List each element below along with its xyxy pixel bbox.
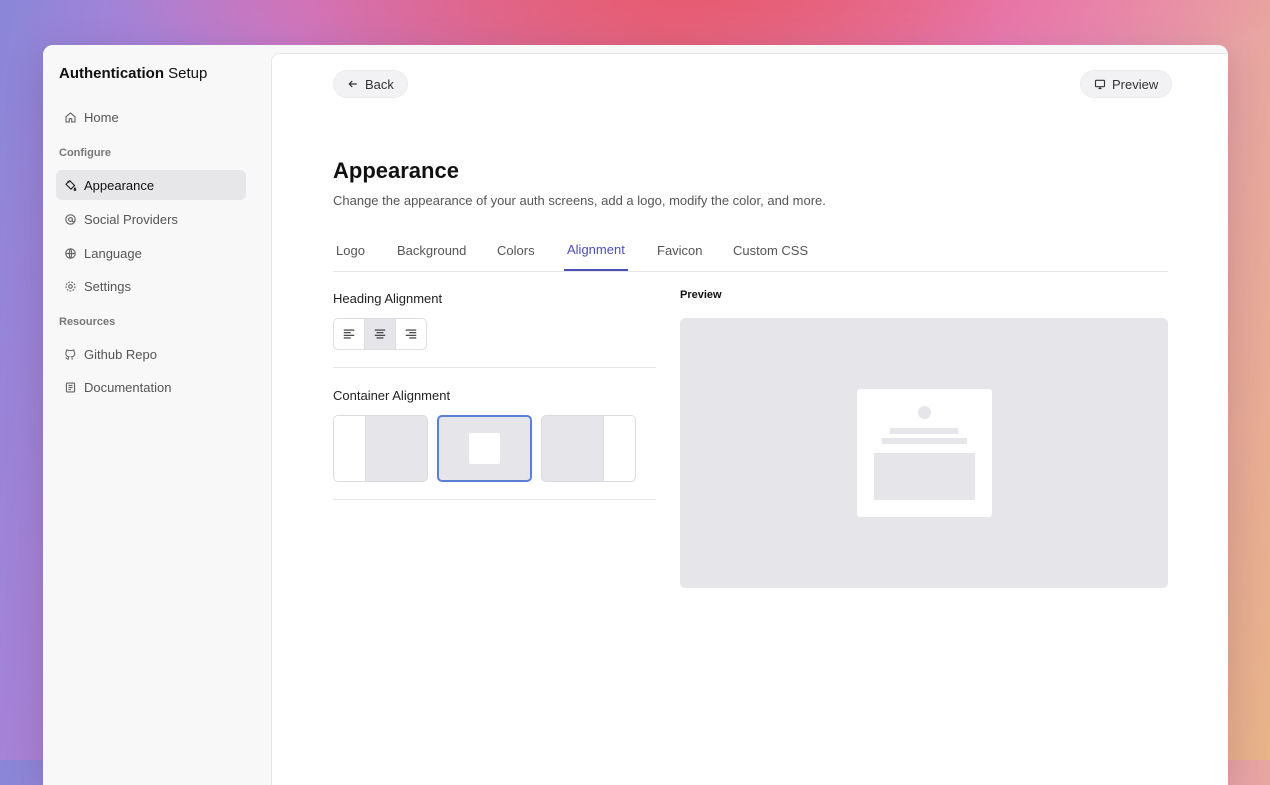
section-label-resources: Resources bbox=[59, 316, 116, 328]
back-button[interactable]: Back bbox=[333, 70, 408, 98]
sidebar-item-label: Github Repo bbox=[84, 346, 157, 362]
heading-alignment-control bbox=[333, 318, 427, 350]
align-left-button[interactable] bbox=[334, 319, 364, 349]
sidebar-item-label: Appearance bbox=[84, 177, 155, 193]
sidebar-item-label: Documentation bbox=[84, 379, 172, 395]
align-right-button[interactable] bbox=[395, 319, 426, 349]
github-icon bbox=[65, 348, 76, 360]
globe-icon bbox=[65, 247, 76, 259]
sidebar-item-github-repo[interactable]: Github Repo bbox=[56, 339, 246, 369]
align-right-icon bbox=[405, 329, 417, 339]
preview-canvas bbox=[680, 318, 1168, 588]
monitor-icon bbox=[1094, 79, 1106, 90]
arrow-left-icon bbox=[348, 80, 357, 88]
page-subtitle: Change the appearance of your auth scree… bbox=[333, 193, 826, 208]
tab-logo[interactable]: Logo bbox=[333, 230, 368, 270]
gear-icon bbox=[65, 280, 76, 292]
sidebar-item-language[interactable]: Language bbox=[56, 238, 246, 268]
divider bbox=[333, 367, 656, 368]
container-panel bbox=[334, 416, 366, 481]
preview-logo-placeholder bbox=[918, 406, 931, 419]
sidebar-item-settings[interactable]: Settings bbox=[56, 271, 246, 301]
heading-alignment-label: Heading Alignment bbox=[333, 291, 443, 306]
sidebar-item-social-providers[interactable]: Social Providers bbox=[56, 204, 246, 234]
container-align-right-option[interactable] bbox=[541, 415, 636, 482]
preview-auth-card bbox=[857, 389, 992, 517]
tab-alignment[interactable]: Alignment bbox=[564, 230, 628, 271]
at-sign-icon bbox=[65, 213, 76, 225]
container-panel bbox=[603, 416, 635, 481]
container-panel bbox=[469, 433, 500, 464]
container-align-center-option[interactable] bbox=[437, 415, 532, 482]
sidebar-item-home[interactable]: Home bbox=[56, 102, 246, 132]
preview-label: Preview bbox=[680, 289, 722, 301]
align-left-icon bbox=[343, 329, 355, 339]
tab-custom-css[interactable]: Custom CSS bbox=[730, 230, 811, 270]
preview-subheading-placeholder bbox=[882, 438, 967, 444]
preview-form-placeholder bbox=[874, 453, 975, 500]
page-title: Appearance bbox=[333, 158, 459, 183]
tab-bar: Logo Background Colors Alignment Favicon… bbox=[333, 230, 1168, 272]
home-icon bbox=[65, 111, 76, 123]
container-align-left-option[interactable] bbox=[333, 415, 428, 482]
section-label-configure: Configure bbox=[59, 147, 111, 159]
app-window: Authentication Setup Home Configure Appe… bbox=[43, 45, 1228, 785]
sidebar: Authentication Setup Home Configure Appe… bbox=[43, 45, 271, 785]
preview-button[interactable]: Preview bbox=[1080, 70, 1173, 98]
paint-bucket-icon bbox=[65, 179, 77, 191]
app-title: Authentication Setup bbox=[59, 65, 208, 82]
main-content: Back Preview Appearance Change the appea… bbox=[271, 53, 1228, 785]
sidebar-item-label: Language bbox=[84, 245, 142, 261]
align-center-icon bbox=[374, 329, 386, 339]
tab-colors[interactable]: Colors bbox=[494, 230, 538, 270]
tab-favicon[interactable]: Favicon bbox=[654, 230, 706, 270]
divider bbox=[333, 499, 656, 500]
back-button-label: Back bbox=[365, 76, 394, 92]
sidebar-item-appearance[interactable]: Appearance bbox=[56, 170, 246, 200]
align-center-button[interactable] bbox=[364, 319, 395, 349]
sidebar-item-label: Settings bbox=[84, 278, 131, 294]
preview-heading-placeholder bbox=[890, 428, 958, 434]
sidebar-item-documentation[interactable]: Documentation bbox=[56, 372, 246, 402]
sidebar-item-label: Home bbox=[84, 109, 119, 125]
sidebar-item-label: Social Providers bbox=[84, 211, 178, 227]
container-alignment-label: Container Alignment bbox=[333, 388, 451, 403]
tab-background[interactable]: Background bbox=[394, 230, 469, 270]
preview-button-label: Preview bbox=[1112, 76, 1159, 92]
book-icon bbox=[65, 381, 76, 393]
